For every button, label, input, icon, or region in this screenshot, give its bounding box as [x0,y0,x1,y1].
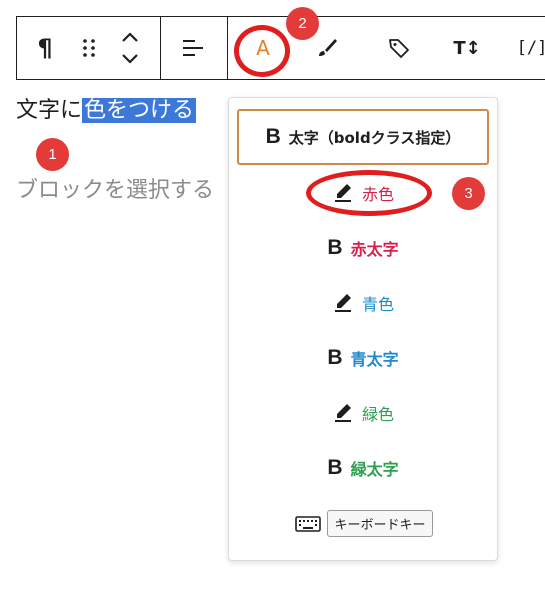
annotation-circle-highlight [234,25,290,77]
block-placeholder[interactable]: ブロックを選択する [16,172,214,204]
paragraph-text[interactable]: 文字に色をつける [16,94,197,128]
toolbar-divider [160,17,161,79]
bold-icon: B [265,125,281,148]
menu-item-label: 緑太字 [350,460,399,479]
tag-icon [389,39,409,58]
menu-item-label: 青太字 [350,350,399,369]
toolbar-divider [227,17,228,79]
paragraph-block-button[interactable]: ¶ [27,17,63,79]
menu-item-blue[interactable]: 青色 [237,275,489,331]
menu-item-blue-bold[interactable]: B 青太字 [237,330,489,386]
move-up-down-button[interactable] [113,17,147,79]
code-button[interactable]: [/] [512,17,545,79]
bold-icon: B [327,456,343,479]
menu-item-bold-class[interactable]: B 太字（boldクラス指定） [237,109,489,165]
annotation-badge-1: 1 [36,138,69,171]
menu-item-label: 太字（boldクラス指定） [288,128,461,147]
bold-icon: B [327,236,343,259]
menu-item-keyboard-key[interactable]: キーボードキー [229,510,499,537]
format-dropdown-menu: B 太字（boldクラス指定） 赤色 B 赤太字 青色 B 青太字 緑色 B 緑… [228,97,498,561]
menu-item-red-bold[interactable]: B 赤太字 [237,220,489,276]
annotation-badge-3: 3 [452,177,485,210]
align-left-icon [183,40,203,56]
selected-text: 色をつける [82,98,197,123]
menu-item-label: 緑色 [361,405,394,424]
drag-handle-icon [83,39,95,57]
paragraph-text-normal: 文字に [16,98,83,123]
pen-icon [332,292,354,314]
align-button[interactable] [173,17,213,79]
menu-item-green-bold[interactable]: B 緑太字 [237,440,489,496]
code-icon: [/] [516,38,545,58]
annotation-circle-red-item [306,170,432,216]
brush-icon [319,39,337,56]
annotation-badge-2: 2 [286,7,319,40]
bold-icon: B [327,346,343,369]
keyboard-key-label: キーボードキー [327,510,433,537]
menu-item-label: 青色 [361,295,394,314]
pen-icon [332,402,354,424]
text-size-button[interactable]: T↕ [447,17,487,79]
menu-item-label: 赤太字 [350,240,399,259]
keyboard-icon [295,515,322,532]
tag-button[interactable] [379,17,419,79]
drag-handle[interactable] [73,17,105,79]
menu-item-green[interactable]: 緑色 [237,385,489,441]
paragraph-icon: ¶ [37,34,53,62]
chevron-up-down-icon [122,32,138,64]
text-size-icon: T↕ [453,37,481,59]
